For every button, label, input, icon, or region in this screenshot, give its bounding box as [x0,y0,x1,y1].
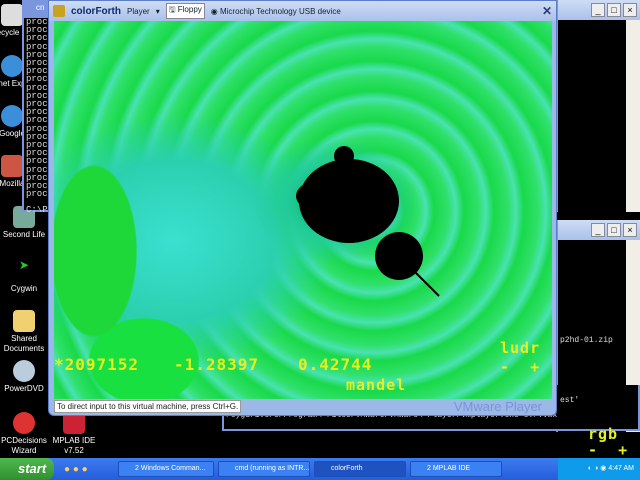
close-button[interactable]: × [623,223,637,237]
internet-explorer-icon [1,55,23,77]
desktop-icon[interactable]: Shared Documents [0,310,54,354]
vmware-brand: VMware Player [453,399,542,414]
floppy-button[interactable]: 🖫 Floppy [165,3,205,19]
desktop-icon[interactable]: PowerDVD [0,360,54,394]
console-line: p2hd-01.zip [560,336,613,345]
taskbar-button[interactable]: 2 Windows Comman... [118,461,214,477]
clock: 4:47 AM [608,465,634,472]
icon-label: Second Life [2,230,46,239]
cygwin-icon: ➤ [13,259,35,282]
taskbar: start ● ● ● 2 Windows Comman... cmd (run… [0,458,640,480]
minimize-button[interactable]: _ [591,3,605,17]
mandelbrot-set [296,146,440,297]
powerdvd-icon [13,360,35,382]
taskbar-button[interactable]: 2 MPLAB IDE [410,461,502,477]
status-hint: To direct input to this virtual machine,… [54,400,242,413]
desktop-icon[interactable]: ➤ Cygwin [0,259,54,294]
start-button[interactable]: start [0,458,54,480]
window-title: colorForth [71,5,121,17]
folder-icon [13,310,35,332]
google-icon [1,105,23,127]
keys-bottom: - + [500,358,541,376]
chevron-down-icon: ▾ [155,6,160,16]
recycle-bin-icon [1,4,23,26]
usb-device-button[interactable]: ◉ Microchip Technology USB device [211,7,341,16]
keys-top: ludr [500,339,541,357]
x-readout: -1.28397 [174,355,260,374]
colorforth-app-icon [53,5,65,17]
close-icon[interactable]: ✕ [542,4,552,18]
close-button[interactable]: × [623,3,637,17]
tray-icons[interactable]: ◐ ◑ ◉ [588,465,608,472]
taskbar-button[interactable]: cmd (running as INTR... [218,461,310,477]
icon-label: MPLAB IDE v7.52 [52,436,96,455]
icon-label: Mozilla [0,179,25,188]
zoom-readout: *2097152 [54,355,140,374]
vm-screen[interactable]: *2097152 -1.28397 0.42744 mandel ludr - … [54,21,552,399]
quick-launch-icons[interactable]: ● ● ● [54,464,114,475]
maximize-button[interactable]: □ [607,223,621,237]
desktop-icon[interactable]: MPLAB IDE v7.52 [44,412,104,456]
console-window-right-top[interactable]: _ □ × [556,0,640,212]
vmware-player-window[interactable]: colorForth Player ▾ 🖫 Floppy ◉ Microchip … [48,0,557,416]
maximize-button[interactable]: □ [607,3,621,17]
scrollbar[interactable] [626,20,640,212]
y-readout: 0.42744 [298,355,373,374]
icon-label: Cygwin [10,284,38,293]
minimize-button[interactable]: _ [591,223,605,237]
taskbar-button[interactable]: colorForth [314,461,406,477]
console-line: est' [560,396,580,405]
player-menu[interactable]: Player [127,7,150,16]
icon-label: PowerDVD [4,384,44,393]
icon-label: Shared Documents [3,334,45,353]
icon-label: PCDecisions Wizard [1,436,47,455]
floppy-label: Floppy [177,5,202,14]
usb-label: Microchip Technology USB device [219,6,341,16]
pcdecisions-icon [13,412,35,434]
current-word: mandel [346,376,407,394]
mozilla-icon [1,155,23,177]
vmware-titlebar[interactable]: colorForth Player ▾ 🖫 Floppy ◉ Microchip … [49,1,556,21]
system-tray: ◐ ◑ ◉ 4:47 AM [558,458,640,480]
rgb-keys: - + [588,441,629,459]
console-title: cn [36,3,45,12]
